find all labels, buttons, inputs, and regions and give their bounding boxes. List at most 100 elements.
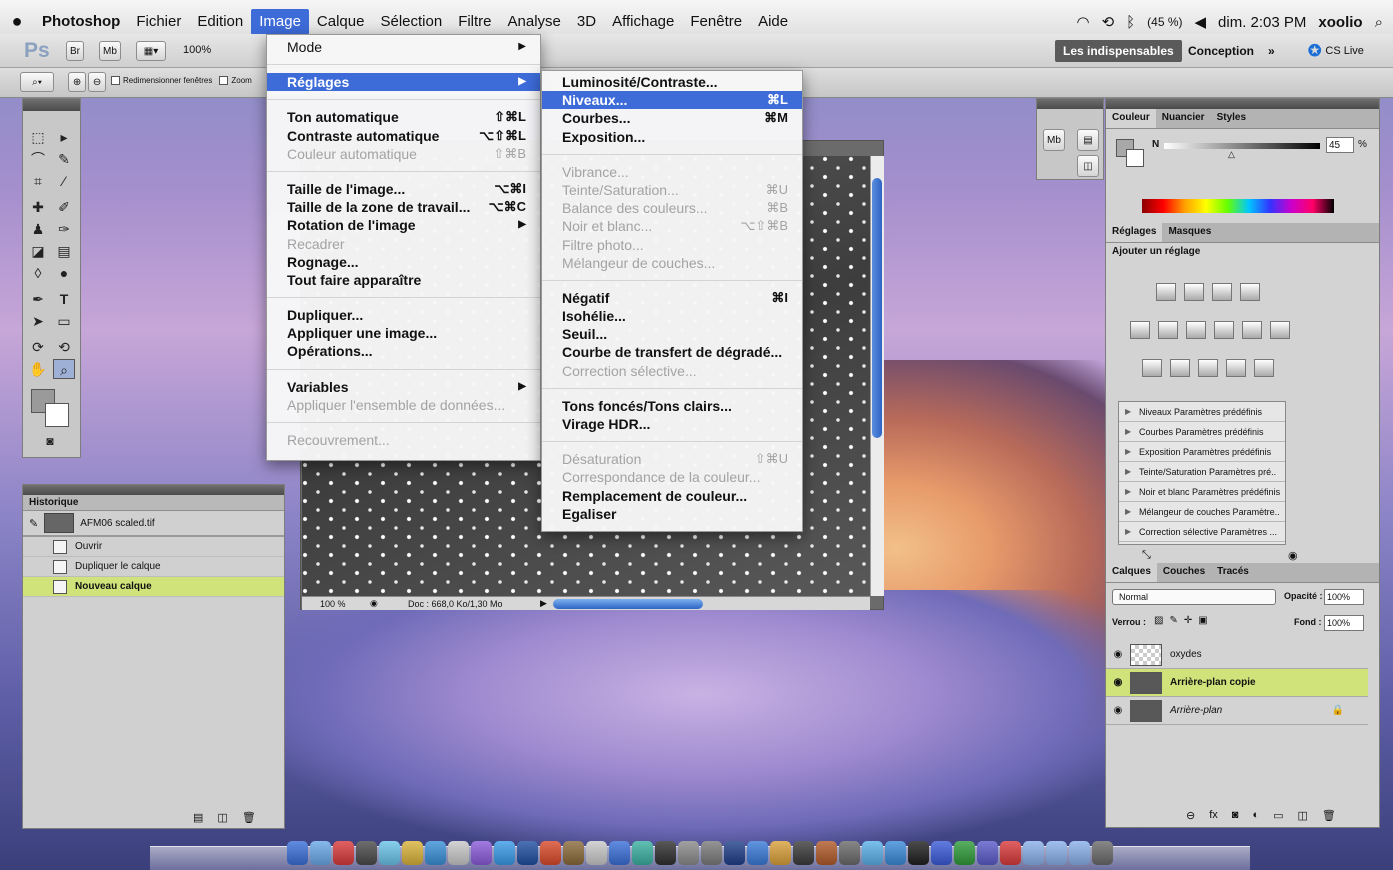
preset-item[interactable]: Teinte/Saturation Paramètres pré.. bbox=[1119, 462, 1285, 482]
visibility-eye-icon[interactable]: ◉ bbox=[1106, 677, 1130, 688]
history-brush-icon[interactable]: ✑ bbox=[53, 219, 75, 239]
menu-item-remplacement-de-couleur[interactable]: Remplacement de couleur... bbox=[542, 487, 802, 505]
dock-app-icon[interactable] bbox=[471, 841, 492, 865]
brush-tool-icon[interactable]: ✐ bbox=[53, 197, 75, 217]
gradient-map-adjustment-icon[interactable] bbox=[1226, 359, 1246, 377]
type-tool-icon[interactable]: T bbox=[53, 289, 75, 309]
dock-app-icon[interactable] bbox=[954, 841, 975, 865]
threshold-adjustment-icon[interactable] bbox=[1198, 359, 1218, 377]
dock-app-icon[interactable] bbox=[862, 841, 883, 865]
bridge-button[interactable]: Br bbox=[66, 41, 84, 61]
selective-color-adjustment-icon[interactable] bbox=[1254, 359, 1274, 377]
menu-item-operations[interactable]: Opérations... bbox=[267, 342, 540, 360]
background-color-swatch[interactable] bbox=[45, 403, 69, 427]
quick-select-tool-icon[interactable]: ✎ bbox=[53, 149, 75, 169]
preset-item[interactable]: Niveaux Paramètres prédéfinis bbox=[1119, 402, 1285, 422]
dock-app-icon[interactable] bbox=[701, 841, 722, 865]
extras-button[interactable]: ▦▾ bbox=[136, 41, 166, 61]
dock-app-icon[interactable] bbox=[1069, 841, 1090, 865]
lock-all-icon[interactable]: ▣ bbox=[1198, 615, 1207, 626]
menu-item-tout-faire-apparaitre[interactable]: Tout faire apparaître bbox=[267, 271, 540, 289]
dock-app-icon[interactable] bbox=[1092, 841, 1113, 865]
menu-item-taille-de-la-zone-de-travail[interactable]: Taille de la zone de travail... ⌥⌘C bbox=[267, 198, 540, 216]
vibrance-adjustment-icon[interactable] bbox=[1130, 321, 1150, 339]
menu-item-dupliquer[interactable]: Dupliquer... bbox=[267, 306, 540, 324]
workspace-essentials[interactable]: Les indispensables bbox=[1055, 40, 1182, 62]
dock-app-icon[interactable] bbox=[517, 841, 538, 865]
zoom-tool-icon[interactable]: ⌕ bbox=[53, 359, 75, 379]
dock-app-icon[interactable] bbox=[747, 841, 768, 865]
posterize-adjustment-icon[interactable] bbox=[1170, 359, 1190, 377]
dock-app-icon[interactable] bbox=[1000, 841, 1021, 865]
more-workspaces-icon[interactable]: » bbox=[1260, 40, 1283, 62]
dock-app-icon[interactable] bbox=[1046, 841, 1067, 865]
3d-orbit-tool-icon[interactable]: ⟲ bbox=[53, 337, 75, 357]
dock-app-icon[interactable] bbox=[540, 841, 561, 865]
dock-app-icon[interactable] bbox=[448, 841, 469, 865]
menu-item-exposition[interactable]: Exposition... bbox=[542, 128, 802, 146]
gray-slider-thumb[interactable]: △ bbox=[1228, 149, 1235, 160]
dock-app-icon[interactable] bbox=[586, 841, 607, 865]
workspace-design[interactable]: Conception bbox=[1180, 40, 1262, 62]
blur-tool-icon[interactable]: ◊ bbox=[27, 263, 49, 283]
history-step-current[interactable]: Nouveau calque bbox=[23, 577, 284, 597]
levels-adjustment-icon[interactable] bbox=[1184, 283, 1204, 301]
lock-transparency-icon[interactable]: ▨ bbox=[1154, 615, 1163, 626]
zoom-in-icon[interactable]: ⊕ bbox=[68, 72, 86, 92]
history-step[interactable]: Dupliquer le calque bbox=[23, 557, 284, 577]
history-panel-header[interactable] bbox=[23, 485, 284, 495]
delete-layer-icon[interactable]: 🗑 bbox=[1322, 809, 1336, 822]
preset-item[interactable]: Mélangeur de couches Paramètre.. bbox=[1119, 502, 1285, 522]
dock-header[interactable] bbox=[1037, 99, 1103, 109]
apple-icon[interactable]: ● bbox=[0, 11, 34, 32]
minibridge-panel-icon[interactable]: Mb bbox=[1043, 129, 1065, 151]
dock-app-icon[interactable] bbox=[885, 841, 906, 865]
menu-filtre[interactable]: Filtre bbox=[450, 9, 499, 35]
dock-app-icon[interactable] bbox=[839, 841, 860, 865]
new-group-icon[interactable]: ▭ bbox=[1273, 809, 1283, 822]
menu-item-reglages[interactable]: Réglages ▶ bbox=[267, 73, 540, 92]
battery-status[interactable]: (45 %) bbox=[1147, 15, 1182, 29]
vertical-scroll-thumb[interactable] bbox=[872, 178, 882, 438]
menu-affichage[interactable]: Affichage bbox=[604, 9, 682, 35]
lasso-tool-icon[interactable]: ⌒ bbox=[27, 149, 49, 169]
tab-couches[interactable]: Couches bbox=[1157, 563, 1211, 582]
volume-icon[interactable]: ◀ bbox=[1195, 13, 1207, 31]
menu-item-niveaux[interactable]: Niveaux... ⌘L bbox=[542, 91, 802, 110]
menu-edition[interactable]: Edition bbox=[189, 9, 251, 35]
menu-item-virage-hdr[interactable]: Virage HDR... bbox=[542, 415, 802, 433]
history-tab[interactable]: Historique bbox=[23, 495, 284, 511]
path-select-tool-icon[interactable]: ➤ bbox=[27, 311, 49, 331]
hand-tool-icon[interactable]: ✋ bbox=[27, 359, 49, 379]
clip-adjustment-icon[interactable]: ⤡ bbox=[1142, 549, 1151, 562]
menu-calque[interactable]: Calque bbox=[309, 9, 373, 35]
resize-windows-option[interactable]: Redimensionner fenêtres Zoom bbox=[111, 76, 252, 85]
tab-couleur[interactable]: Couleur bbox=[1106, 109, 1156, 128]
exposure-adjustment-icon[interactable] bbox=[1240, 283, 1260, 301]
menu-analyse[interactable]: Analyse bbox=[500, 9, 569, 35]
menu-image[interactable]: Image bbox=[251, 8, 309, 35]
history-snapshot[interactable]: ✎ AFM06 scaled.tif bbox=[23, 511, 284, 537]
stamp-tool-icon[interactable]: ♟ bbox=[27, 219, 49, 239]
dock-app-icon[interactable] bbox=[655, 841, 676, 865]
info-panel-icon[interactable]: ▤ bbox=[1077, 129, 1099, 151]
status-menu-icon[interactable]: ◉ bbox=[370, 598, 384, 609]
menu-item-egaliser[interactable]: Egaliser bbox=[542, 505, 802, 523]
dock-app-icon[interactable] bbox=[494, 841, 515, 865]
color-spectrum-bar[interactable] bbox=[1142, 199, 1334, 213]
shape-tool-icon[interactable]: ▭ bbox=[53, 311, 75, 331]
pen-tool-icon[interactable]: ✒ bbox=[27, 289, 49, 309]
color-balance-adjustment-icon[interactable] bbox=[1186, 321, 1206, 339]
zoom-select[interactable]: 100% bbox=[183, 44, 211, 56]
layer-style-icon[interactable]: fx bbox=[1209, 809, 1218, 822]
adjustment-layer-icon[interactable]: ◐ bbox=[1252, 809, 1259, 822]
dock-app-icon[interactable] bbox=[356, 841, 377, 865]
lock-position-icon[interactable]: ✛ bbox=[1184, 615, 1192, 626]
menu-item-isohelie[interactable]: Isohélie... bbox=[542, 307, 802, 325]
clone-source-panel-icon[interactable]: ◫ bbox=[1077, 155, 1099, 177]
menu-item-tons-fonces-tons-clairs[interactable]: Tons foncés/Tons clairs... bbox=[542, 397, 802, 415]
visibility-adjustment-icon[interactable]: ◉ bbox=[1288, 549, 1298, 562]
document-zoom[interactable]: 100 % bbox=[320, 599, 360, 609]
layer-mask-icon[interactable]: ◙ bbox=[1232, 809, 1239, 822]
menu-app[interactable]: Photoshop bbox=[34, 9, 128, 35]
